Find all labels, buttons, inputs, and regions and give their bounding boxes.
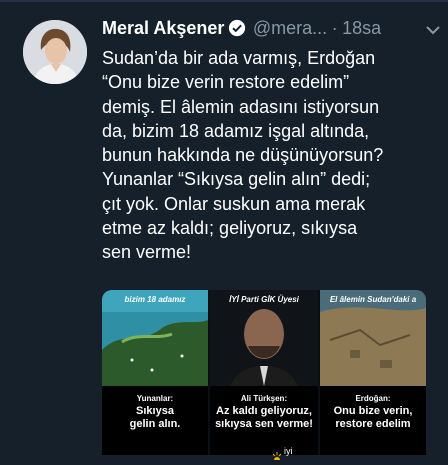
panel-top-caption: El âlemin Sudan'daki a (329, 295, 417, 304)
panel-caption-box: Erdoğan: Onu bize verin, restore edelim (320, 386, 426, 455)
sun-logo-icon (272, 447, 282, 465)
tweet-text: Sudan’da bir ada varmış, Erdoğan “Onu bi… (102, 48, 384, 263)
top-divider (0, 0, 448, 2)
separator-dot: · (331, 18, 338, 38)
tweet-timestamp[interactable]: 18sa (342, 18, 381, 38)
meme-panel-aerial: El âlemin Sudan'daki a Erdoğan: Onu bize… (320, 290, 426, 455)
panel-speaker: Yunanlar: (136, 394, 174, 403)
aerial-photo (320, 290, 426, 386)
panel-quote: Az kaldı geliyoruz, sıkıysa sen verme! (215, 405, 313, 430)
profile-photo (23, 20, 87, 84)
panel-top-caption: bizim 18 adamız (124, 295, 186, 304)
chevron-down-icon[interactable] (426, 22, 440, 40)
panel-quote: Sıkıysa gelin alın. (129, 405, 181, 430)
panel-speaker: Ali Türkşen: (240, 394, 288, 403)
meme-panel-islands: bizim 18 adamız Yunanlar: Sıkıysa gelin … (102, 290, 208, 455)
panel-top-caption: İYİ Parti GİK Üyesi (229, 295, 299, 304)
meme-panel-portrait: İYİ Parti GİK Üyesi Ali Türkşen: Az kald… (210, 290, 318, 455)
tweet-header: Meral Akşener @mera... · 18sa (102, 18, 442, 44)
island-photo (102, 290, 208, 386)
panel-caption-box: Yunanlar: Sıkıysa gelin alın. (102, 386, 208, 455)
portrait-photo (210, 290, 318, 400)
panel-caption-box: Ali Türkşen: Az kaldı geliyoruz, sıkıysa… (210, 386, 318, 455)
tweet-media-image[interactable]: bizim 18 adamız Yunanlar: Sıkıysa gelin … (102, 290, 426, 455)
verified-badge-icon (228, 19, 246, 42)
author-name[interactable]: Meral Akşener (102, 18, 224, 38)
panel-speaker: Erdoğan: (355, 394, 391, 403)
avatar[interactable] (23, 20, 87, 84)
author-handle[interactable]: @mera... (253, 18, 327, 38)
panel-quote: Onu bize verin, restore edelim (333, 405, 413, 430)
